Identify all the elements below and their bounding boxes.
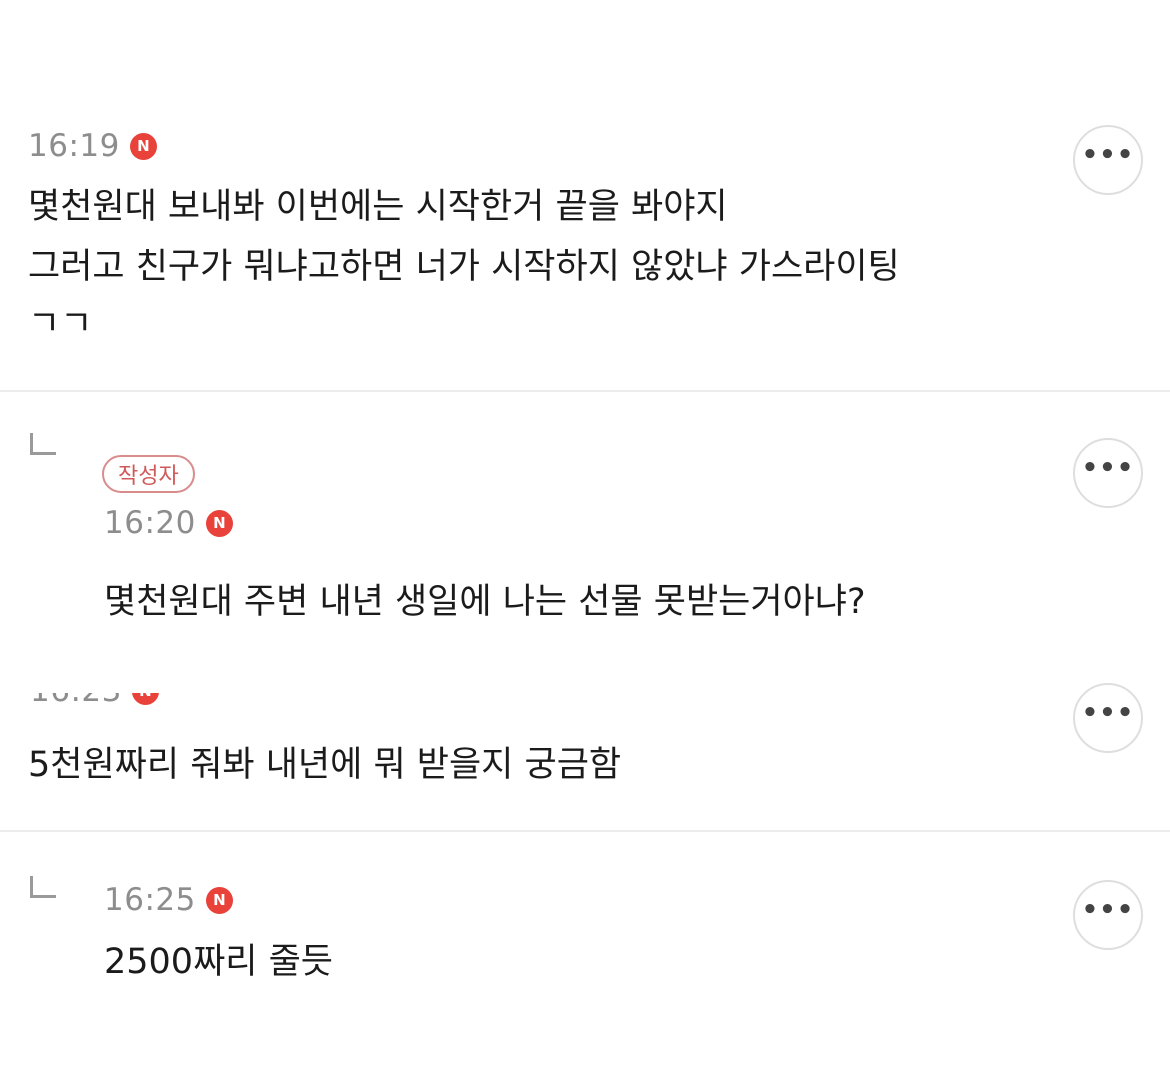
more-options-button[interactable]: ••• [1073,125,1143,195]
comment-text: 몇천원대 주변 내년 생일에 나는 선물 못받는거아냐? [104,582,866,622]
comment-meta: 16:23 N [30,693,159,711]
comment-divider [0,830,1170,832]
comment-meta: 16:20 N [104,505,233,541]
comment-meta: 16:19 N [28,128,157,164]
more-dots-icon: ••• [1081,698,1135,728]
comment-time: 16:20 [104,505,196,541]
more-options-button[interactable]: ••• [1073,438,1143,508]
more-options-button[interactable]: ••• [1073,683,1143,753]
comment-text-line-1: 몇천원대 보내봐 이번에는 시작한거 끝을 봐야지 [28,187,728,227]
comment-time: 16:19 [28,128,120,164]
more-options-button[interactable]: ••• [1073,880,1143,950]
more-dots-icon: ••• [1081,895,1135,925]
comment-divider [0,390,1170,392]
comment-time: 16:25 [104,882,196,918]
new-badge: N [205,509,233,537]
more-dots-icon: ••• [1081,140,1135,170]
comment-text-line-2: 그러고 친구가 뭐냐고하면 너가 시작하지 않았냐 가스라이팅 [28,247,900,287]
new-badge: N [131,693,159,705]
reply-arrow-icon [30,876,56,898]
comment-text: 5천원짜리 줘봐 내년에 뭐 받을지 궁금함 [28,745,622,785]
comment-meta: 16:25 N [104,882,233,918]
author-badge: 작성자 [102,455,195,493]
more-dots-icon: ••• [1081,453,1135,483]
reply-arrow-icon [30,433,56,455]
new-badge: N [205,886,233,914]
comment-time: 16:23 [30,693,122,709]
comment-text-line-3: ㄱㄱ [28,304,93,344]
new-badge: N [129,132,157,160]
comment-text: 2500짜리 줄듯 [104,942,333,982]
